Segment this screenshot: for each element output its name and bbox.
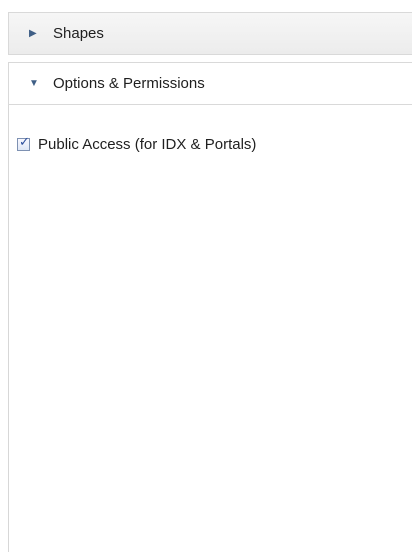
options-permissions-section-header[interactable]: ▼ Options & Permissions <box>8 62 412 105</box>
triangle-right-icon: ▶ <box>29 27 37 39</box>
options-permissions-section-label: Options & Permissions <box>53 75 205 92</box>
public-access-label: Public Access (for IDX & Portals) <box>38 136 257 153</box>
triangle-down-icon: ▼ <box>29 77 39 89</box>
panel-left-border <box>8 105 9 552</box>
shapes-section-label: Shapes <box>53 25 104 42</box>
public-access-option[interactable]: Public Access (for IDX & Portals) <box>17 135 257 153</box>
shapes-section-header[interactable]: ▶ Shapes <box>8 12 412 55</box>
public-access-checkbox[interactable] <box>17 135 30 151</box>
sidebar-panel: ▶ Shapes ▼ Options & Permissions Public … <box>0 0 412 552</box>
